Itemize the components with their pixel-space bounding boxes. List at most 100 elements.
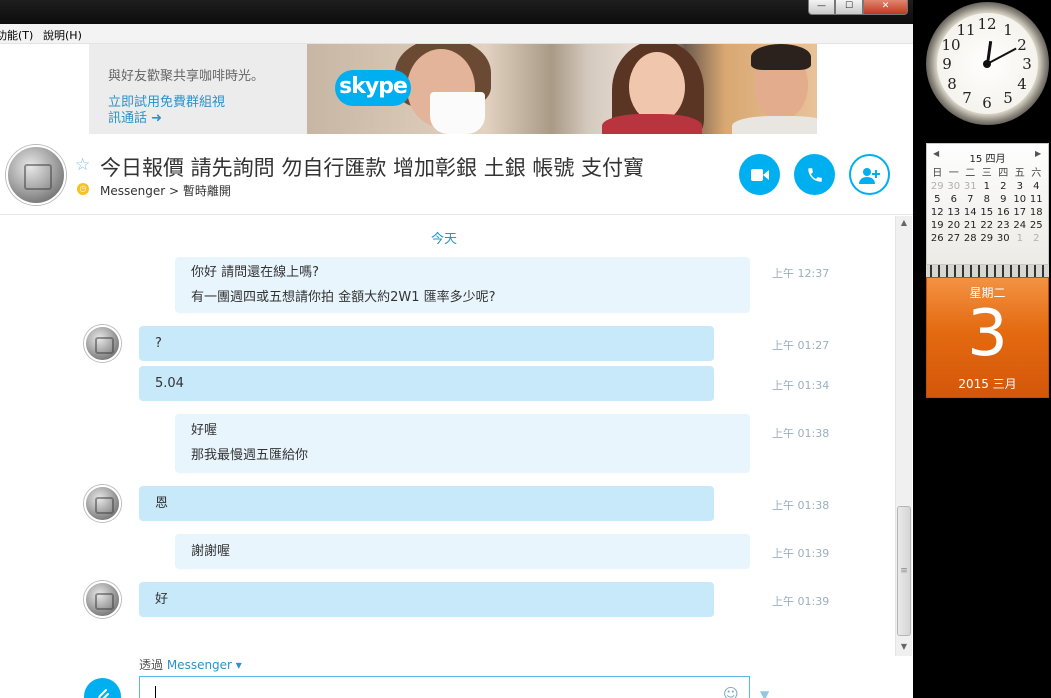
scroll-up-arrow-icon[interactable]: ▲ bbox=[896, 218, 912, 230]
calendar-day[interactable]: 16 bbox=[995, 206, 1012, 219]
calendar-day[interactable]: 12 bbox=[929, 206, 946, 219]
video-call-button[interactable] bbox=[739, 154, 780, 195]
calendar-day[interactable]: 7 bbox=[962, 193, 979, 206]
calendar-day[interactable]: 8 bbox=[979, 193, 996, 206]
weekday-label: 六 bbox=[1031, 168, 1042, 179]
message-bubble-sent[interactable]: 你好 請問還在線上嗎? 有一團週四或五想請你拍 金額大約2W1 匯率多少呢? bbox=[175, 257, 750, 313]
emoticon-icon[interactable]: ☺ bbox=[723, 685, 739, 698]
calendar-day[interactable]: 29 bbox=[979, 232, 996, 245]
maximize-button[interactable]: ☐ bbox=[835, 0, 863, 15]
minimize-button[interactable]: — bbox=[808, 0, 835, 15]
clock-number: 3 bbox=[1022, 55, 1032, 73]
message-bubble-sent[interactable]: 謝謝喔 bbox=[175, 534, 750, 569]
sender-avatar[interactable] bbox=[84, 581, 121, 618]
calendar-day[interactable]: 25 bbox=[1028, 219, 1045, 232]
message-bubble-sent[interactable]: 好喔 那我最慢週五匯給你 bbox=[175, 414, 750, 473]
calendar-day[interactable]: 13 bbox=[946, 206, 963, 219]
ad-banner[interactable]: 與好友歡聚共享咖啡時光。 立即試用免費群組視 訊通話 ➜ skype bbox=[89, 44, 817, 134]
message-text: ? bbox=[155, 336, 162, 351]
scroll-down-arrow-icon[interactable]: ▼ bbox=[896, 642, 912, 654]
calendar-day[interactable]: 31 bbox=[962, 180, 979, 193]
calendar-day[interactable]: 30 bbox=[946, 180, 963, 193]
menu-help[interactable]: 說明(H) bbox=[43, 27, 82, 43]
calendar-day[interactable]: 3 bbox=[1012, 180, 1029, 193]
calendar-day[interactable]: 28 bbox=[962, 232, 979, 245]
ad-person-3-shirt bbox=[732, 116, 817, 134]
weekday-label: 二 bbox=[965, 168, 976, 179]
date-card-month: 2015 三月 bbox=[958, 377, 1017, 391]
ad-person-3-hair bbox=[751, 44, 811, 70]
date-card-day: 3 bbox=[967, 297, 1008, 371]
sender-avatar[interactable] bbox=[84, 325, 121, 362]
message-time: 上午 01:38 bbox=[772, 427, 830, 440]
calendar-day[interactable]: 6 bbox=[946, 193, 963, 206]
calendar-day[interactable]: 21 bbox=[962, 219, 979, 232]
skype-logo: skype bbox=[335, 70, 411, 106]
calendar-day[interactable]: 14 bbox=[962, 206, 979, 219]
message-time: 上午 01:39 bbox=[772, 547, 830, 560]
calendar-day[interactable]: 11 bbox=[1028, 193, 1045, 206]
weekday-label: 四 bbox=[998, 168, 1009, 179]
calendar-day[interactable]: 27 bbox=[946, 232, 963, 245]
message-text: 你好 請問還在線上嗎? bbox=[191, 265, 320, 280]
calendar-gadget: ◀ 15 四月 ▶ 日 一 二 三 四 五 六 29 30 31 1 2 3 4… bbox=[926, 143, 1049, 265]
minute-hand bbox=[986, 47, 1017, 65]
calendar-month: 15 四月 bbox=[969, 154, 1006, 165]
attach-button[interactable] bbox=[84, 678, 121, 698]
video-camera-icon bbox=[750, 169, 769, 181]
message-bubble-received[interactable]: ? bbox=[139, 326, 714, 361]
ad-person-2 bbox=[629, 52, 685, 122]
contact-avatar[interactable] bbox=[6, 145, 66, 205]
message-bubble-received[interactable]: 恩 bbox=[139, 486, 714, 521]
calendar-day[interactable]: 10 bbox=[1012, 193, 1029, 206]
calendar-day[interactable]: 9 bbox=[995, 193, 1012, 206]
calendar-day[interactable]: 4 bbox=[1028, 180, 1045, 193]
calendar-day[interactable]: 18 bbox=[1028, 206, 1045, 219]
clock-number: 2 bbox=[1017, 36, 1027, 54]
calendar-day[interactable]: 22 bbox=[979, 219, 996, 232]
close-button[interactable]: ✕ bbox=[863, 0, 908, 15]
contact-title: 今日報價 請先詢問 勿自行匯款 增加彰銀 土銀 帳號 支付寶 bbox=[100, 156, 645, 180]
clock-number: 12 bbox=[977, 15, 997, 33]
via-service-link[interactable]: Messenger ▾ bbox=[167, 658, 242, 672]
message-input[interactable]: ☺ bbox=[139, 676, 750, 698]
ad-link-cont[interactable]: 訊通話 ➜ bbox=[108, 107, 162, 126]
audio-call-button[interactable] bbox=[794, 154, 835, 195]
calendar-day[interactable]: 1 bbox=[979, 180, 996, 193]
message-bubble-received[interactable]: 好 bbox=[139, 582, 714, 617]
scroll-thumb[interactable]: ≡ bbox=[897, 506, 911, 636]
calendar-day[interactable]: 5 bbox=[929, 193, 946, 206]
via-prefix: 透過 bbox=[139, 658, 167, 672]
calendar-day[interactable]: 23 bbox=[995, 219, 1012, 232]
message-text: 好 bbox=[155, 592, 169, 607]
send-options-icon[interactable]: ▼ bbox=[760, 688, 769, 698]
calendar-day[interactable]: 29 bbox=[929, 180, 946, 193]
message-time: 上午 01:38 bbox=[772, 499, 830, 512]
message-text: 5.04 bbox=[155, 376, 184, 391]
weekday-label: 五 bbox=[1014, 168, 1025, 179]
chat-scrollbar[interactable]: ▲ ≡ ▼ bbox=[895, 216, 912, 656]
add-people-button[interactable] bbox=[849, 154, 890, 195]
sender-avatar[interactable] bbox=[84, 485, 121, 522]
calendar-day[interactable]: 2 bbox=[1028, 232, 1045, 245]
calendar-day[interactable]: 1 bbox=[1012, 232, 1029, 245]
coffee-cup bbox=[430, 92, 485, 134]
calendar-day[interactable]: 15 bbox=[979, 206, 996, 219]
calendar-day[interactable]: 2 bbox=[995, 180, 1012, 193]
message-text: 好喔 bbox=[191, 423, 218, 438]
send-via-selector[interactable]: 透過 Messenger ▾ bbox=[139, 656, 242, 673]
ad-photo: skype bbox=[307, 44, 817, 134]
calendar-day[interactable]: 30 bbox=[995, 232, 1012, 245]
next-month-icon[interactable]: ▶ bbox=[1035, 149, 1041, 158]
calendar-day[interactable]: 26 bbox=[929, 232, 946, 245]
menu-tools[interactable]: 功能(T) bbox=[0, 27, 33, 43]
calendar-day[interactable]: 17 bbox=[1012, 206, 1029, 219]
calendar-day[interactable]: 20 bbox=[946, 219, 963, 232]
message-time: 上午 01:27 bbox=[772, 339, 830, 352]
favorite-star-icon[interactable]: ☆ bbox=[75, 155, 90, 175]
date-card: 星期二 3 2015 三月 bbox=[926, 277, 1049, 398]
calendar-day[interactable]: 19 bbox=[929, 219, 946, 232]
away-status-icon: ◷ bbox=[77, 183, 89, 195]
message-bubble-received[interactable]: 5.04 bbox=[139, 366, 714, 401]
calendar-day[interactable]: 24 bbox=[1012, 219, 1029, 232]
